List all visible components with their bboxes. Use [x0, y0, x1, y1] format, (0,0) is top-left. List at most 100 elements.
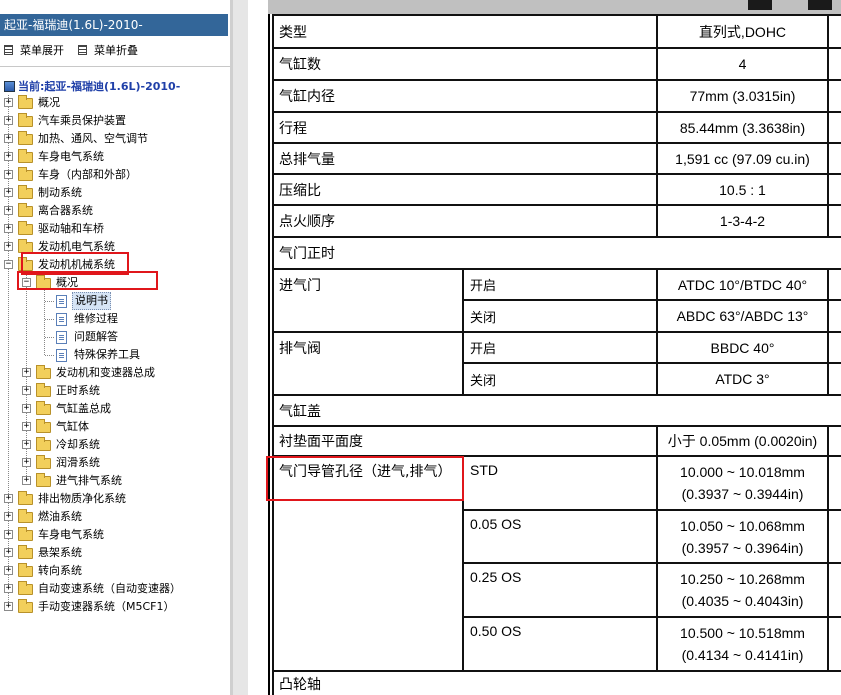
- pane-splitter[interactable]: [230, 0, 248, 695]
- tree-line: [45, 319, 54, 320]
- folder-icon: [18, 185, 33, 199]
- tree-node-label: 进气排气系统: [56, 474, 122, 487]
- folder-icon: [36, 437, 51, 451]
- folder-icon: [36, 473, 51, 487]
- collapse-menu-button[interactable]: 菜单折叠: [78, 42, 138, 58]
- tree-node-label: 车身电气系统: [38, 150, 104, 163]
- spec-value: 10.000 ~ 10.018mm (0.3937 ~ 0.3944in): [658, 457, 827, 509]
- expand-icon[interactable]: +: [4, 206, 13, 215]
- tree-node-label: 车身（内部和外部）: [38, 168, 137, 181]
- current-vehicle[interactable]: 当前:起亚-福瑞迪(1.6L)-2010-: [4, 78, 180, 94]
- table-cell: [829, 511, 841, 562]
- divider: [0, 66, 230, 67]
- expand-icon[interactable]: +: [4, 224, 13, 233]
- expand-icon[interactable]: +: [22, 422, 31, 431]
- tree-node-label: 燃油系统: [38, 510, 82, 523]
- tree-line: [45, 301, 54, 302]
- table-cell: [829, 364, 841, 394]
- value-in: (0.4134 ~ 0.4141in): [681, 647, 804, 663]
- tree-node-label: 润滑系统: [56, 456, 100, 469]
- tree-node-label: 车身电气系统: [38, 528, 104, 541]
- expand-icon[interactable]: +: [4, 242, 13, 251]
- expand-icon[interactable]: +: [22, 476, 31, 485]
- value-mm: 10.000 ~ 10.018mm: [680, 464, 805, 480]
- table-cell: [829, 144, 841, 173]
- expand-icon[interactable]: +: [4, 512, 13, 521]
- spec-value: 10.5 : 1: [658, 175, 827, 204]
- expand-icon[interactable]: +: [22, 404, 31, 413]
- spec-value: 10.250 ~ 10.268mm (0.4035 ~ 0.4043in): [658, 564, 827, 616]
- tree-node-label: 概况: [38, 96, 60, 109]
- spec-sublabel: 关闭: [464, 364, 656, 394]
- spec-value: 4: [658, 49, 827, 79]
- spec-value: 1-3-4-2: [658, 206, 827, 236]
- spec-value: 85.44mm (3.3638in): [658, 113, 827, 142]
- folder-icon: [18, 113, 33, 127]
- tree-node-label: 驱动轴和车桥: [38, 222, 104, 235]
- tree-node-label: 问题解答: [74, 330, 118, 343]
- spec-value: ABDC 63°/ABDC 13°: [658, 301, 827, 331]
- tree-node-label: 维修过程: [74, 312, 118, 325]
- spec-sublabel: 开启: [464, 270, 656, 299]
- spec-sublabel: 关闭: [464, 301, 656, 331]
- tree-node-label: 冷却系统: [56, 438, 100, 451]
- folder-icon: [18, 509, 33, 523]
- expand-menu-button[interactable]: 菜单展开: [4, 42, 64, 58]
- document-icon: [56, 295, 67, 308]
- tree-title: 起亚-福瑞迪(1.6L)-2010-: [0, 14, 228, 36]
- spec-sublabel: 0.50 OS: [464, 618, 656, 670]
- table-cell: [829, 113, 841, 142]
- value-in: (0.3937 ~ 0.3944in): [681, 486, 804, 502]
- toolbar-strip: [268, 0, 841, 14]
- spec-label: 点火顺序: [274, 206, 656, 236]
- spec-value: 直列式,DOHC: [658, 16, 827, 47]
- expand-icon[interactable]: +: [4, 188, 13, 197]
- expand-icon[interactable]: +: [4, 530, 13, 539]
- table-cell: [829, 618, 841, 670]
- collapse-menu-label: 菜单折叠: [94, 44, 138, 57]
- expand-icon[interactable]: +: [4, 584, 13, 593]
- spec-sublabel: 开启: [464, 333, 656, 362]
- table-cell: [829, 81, 841, 111]
- expand-icon[interactable]: +: [4, 602, 13, 611]
- expand-icon[interactable]: +: [4, 152, 13, 161]
- folder-icon: [36, 383, 51, 397]
- spec-label: 衬垫面平面度: [274, 427, 656, 455]
- tree-node-label: 自动变速系统（自动变速器）: [38, 582, 181, 595]
- menu-list-icon: [4, 45, 13, 55]
- expand-icon[interactable]: +: [4, 116, 13, 125]
- folder-icon: [18, 491, 33, 505]
- expand-icon[interactable]: +: [22, 368, 31, 377]
- current-vehicle-label: 当前:起亚-福瑞迪(1.6L)-2010-: [18, 80, 181, 93]
- expand-icon[interactable]: +: [22, 440, 31, 449]
- expand-icon[interactable]: +: [4, 494, 13, 503]
- expand-icon[interactable]: +: [22, 386, 31, 395]
- tree-node-label: 汽车乘员保护装置: [38, 114, 126, 127]
- value-mm: 10.050 ~ 10.068mm: [680, 517, 805, 534]
- table-cell: [829, 427, 841, 455]
- spec-label: 行程: [274, 113, 656, 142]
- value-in: (0.4035 ~ 0.4043in): [681, 593, 804, 609]
- collapse-icon[interactable]: −: [4, 260, 13, 269]
- folder-icon: [18, 563, 33, 577]
- navigation-tree-pane: 起亚-福瑞迪(1.6L)-2010- 菜单展开 菜单折叠 当前:起亚-福瑞迪(1…: [0, 0, 230, 695]
- spec-value: 1,591 cc (97.09 cu.in): [658, 144, 827, 173]
- expand-icon[interactable]: +: [4, 170, 13, 179]
- expand-icon[interactable]: +: [4, 566, 13, 575]
- expand-icon[interactable]: +: [22, 458, 31, 467]
- tree-node-label: 转向系统: [38, 564, 82, 577]
- expand-icon[interactable]: +: [4, 134, 13, 143]
- document-icon: [56, 331, 67, 344]
- section-header: 气缸盖: [274, 396, 841, 425]
- expand-icon[interactable]: +: [4, 98, 13, 107]
- folder-icon: [18, 581, 33, 595]
- expand-icon[interactable]: +: [4, 548, 13, 557]
- highlight-box: [17, 271, 158, 290]
- tree-line: [45, 337, 54, 338]
- tree-line: [26, 272, 27, 482]
- spec-value: 10.500 ~ 10.518mm (0.4134 ~ 0.4141in): [658, 618, 827, 670]
- tree-node-label: 发动机和变速器总成: [56, 366, 155, 379]
- folder-icon: [18, 95, 33, 109]
- folder-icon: [36, 455, 51, 469]
- tree-node-label: 特殊保养工具: [74, 348, 140, 361]
